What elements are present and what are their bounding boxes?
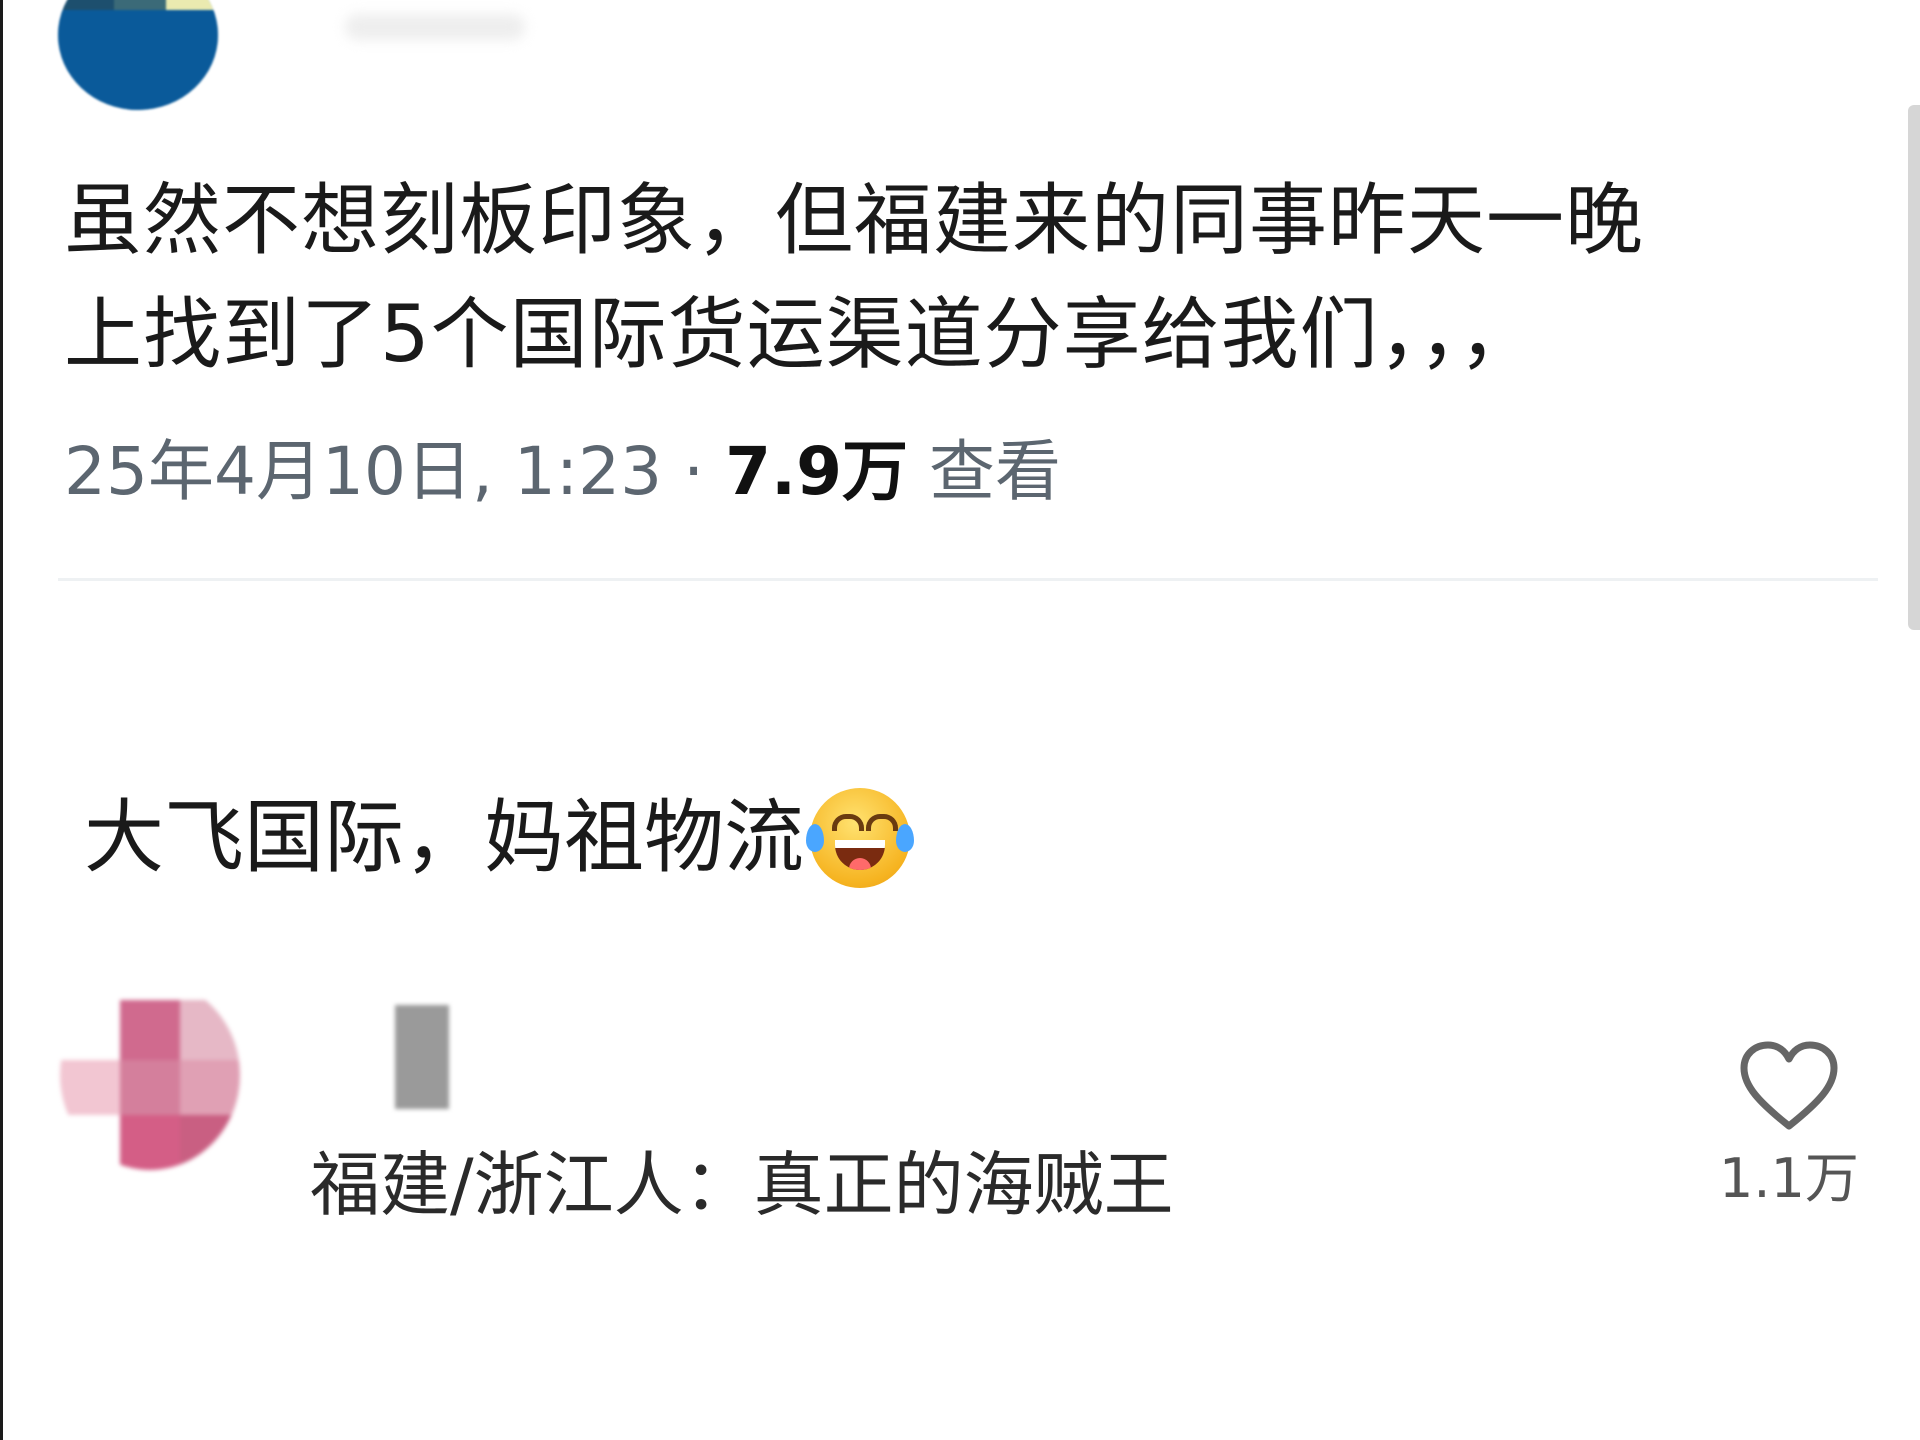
emoji-teeth xyxy=(835,840,885,848)
emoji-eye xyxy=(866,814,898,831)
heart-outline-icon[interactable] xyxy=(1739,1040,1839,1132)
emoji-eye xyxy=(832,814,864,831)
comment-text: 大飞国际，妈祖物流 xyxy=(84,791,804,884)
comment: 大飞国际，妈祖物流 xyxy=(84,788,914,888)
emoji-tear xyxy=(896,824,914,852)
reply-text: 福建/浙江人：真正的海贼王 xyxy=(310,1144,1174,1226)
avatar-pixel xyxy=(180,1000,240,1060)
left-edge-border xyxy=(0,0,3,1440)
avatar-pixel xyxy=(120,1115,180,1170)
post-author-name-redacted xyxy=(345,14,525,40)
screenshot-page: 虽然不想刻板印象，但福建来的同事昨天一晚 上找到了5个国际货运渠道分享给我们，，… xyxy=(0,0,1920,1440)
avatar-pixel xyxy=(166,0,218,10)
like-button[interactable]: 1.1万 xyxy=(1714,1040,1864,1212)
emoji-mouth xyxy=(835,840,885,870)
scrollbar[interactable] xyxy=(1908,105,1920,630)
face-with-tears-of-joy-icon xyxy=(806,788,914,888)
like-count: 1.1万 xyxy=(1719,1147,1859,1210)
meta-separator: · xyxy=(662,433,726,510)
avatar-pixel xyxy=(180,1060,240,1115)
avatar-pixel xyxy=(120,1060,180,1115)
emoji-tongue xyxy=(849,858,871,870)
post-author-avatar[interactable] xyxy=(58,0,218,110)
post-views-count: 7.9万 xyxy=(725,433,908,510)
avatar-pixel xyxy=(120,1000,180,1060)
post-timestamp: 25年4月10日, 1:23 xyxy=(64,433,663,510)
reply-author-avatar[interactable] xyxy=(60,980,240,1170)
post-body: 虽然不想刻板印象，但福建来的同事昨天一晚 上找到了5个国际货运渠道分享给我们，，… xyxy=(64,164,1864,392)
avatar-pixel xyxy=(60,1060,120,1115)
post-meta: 25年4月10日, 1:23 · 7.9万 查看 xyxy=(64,432,1061,512)
avatar-pixel xyxy=(180,1115,240,1170)
avatar-pixel xyxy=(58,0,114,10)
divider xyxy=(58,578,1878,581)
emoji-tear xyxy=(806,824,824,852)
avatar-pixel xyxy=(114,0,166,10)
post-text-line: 虽然不想刻板印象，但福建来的同事昨天一晚 xyxy=(64,176,1645,266)
post-views-label: 查看 xyxy=(908,433,1061,510)
post-text-line: 上找到了5个国际货运渠道分享给我们，，， xyxy=(64,290,1538,380)
reply-author-name-redacted xyxy=(395,1005,449,1109)
avatar-pixel xyxy=(58,10,218,110)
